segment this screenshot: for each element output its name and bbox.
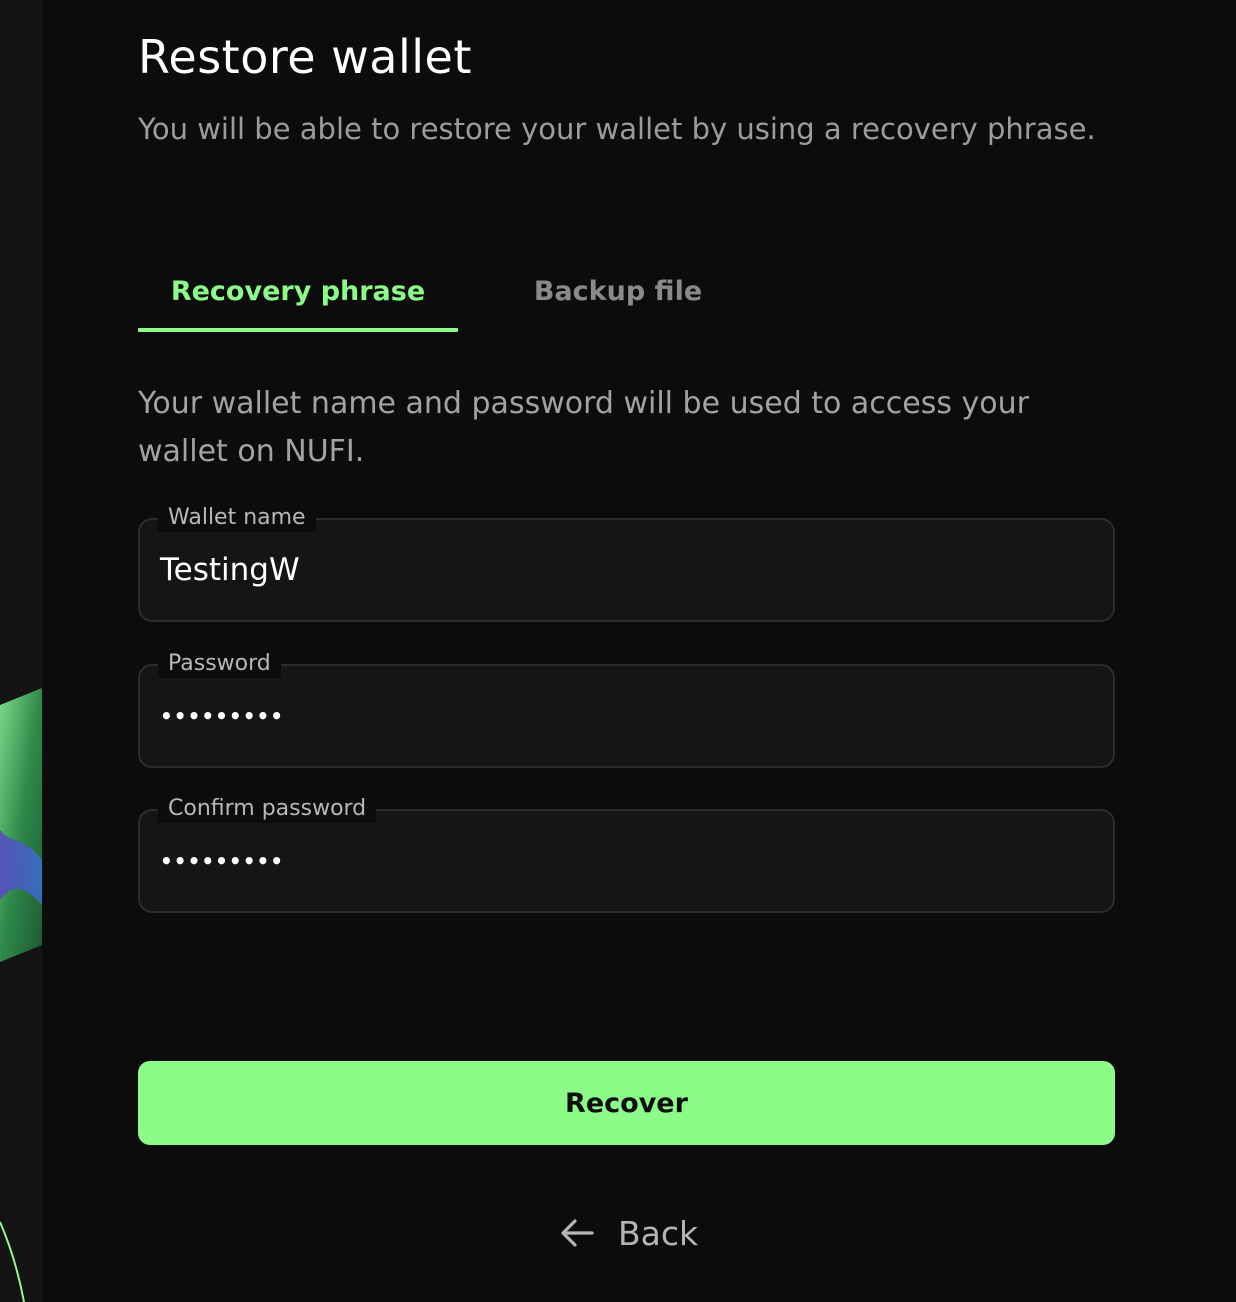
tab-recovery-phrase[interactable]: Recovery phrase xyxy=(138,250,458,332)
confirm-password-input[interactable]: ••••••••• xyxy=(160,811,284,911)
restore-wallet-page: Restore wallet You will be able to resto… xyxy=(0,0,1236,1302)
back-label: Back xyxy=(618,1213,699,1253)
wallet-name-field[interactable]: Wallet name TestingW xyxy=(138,504,1115,622)
page-title: Restore wallet xyxy=(138,30,472,84)
active-tab-indicator xyxy=(138,328,458,332)
recover-button[interactable]: Recover xyxy=(138,1061,1115,1145)
info-text: Your wallet name and password will be us… xyxy=(138,386,1030,469)
page-subtitle: You will be able to restore your wallet … xyxy=(138,112,1096,146)
back-button[interactable]: Back xyxy=(558,1205,698,1261)
arrow-left-icon xyxy=(561,1219,594,1247)
tab-backup-file[interactable]: Backup file xyxy=(458,250,778,332)
password-input[interactable]: ••••••••• xyxy=(160,666,284,766)
confirm-password-field[interactable]: Confirm password ••••••••• xyxy=(138,795,1115,913)
wallet-name-input[interactable]: TestingW xyxy=(160,520,300,620)
decorative-artwork xyxy=(0,688,42,1302)
restore-method-tabs: Recovery phrase Backup file xyxy=(138,250,778,334)
password-field[interactable]: Password ••••••••• xyxy=(138,650,1115,768)
decorative-side-panel xyxy=(0,0,42,1302)
